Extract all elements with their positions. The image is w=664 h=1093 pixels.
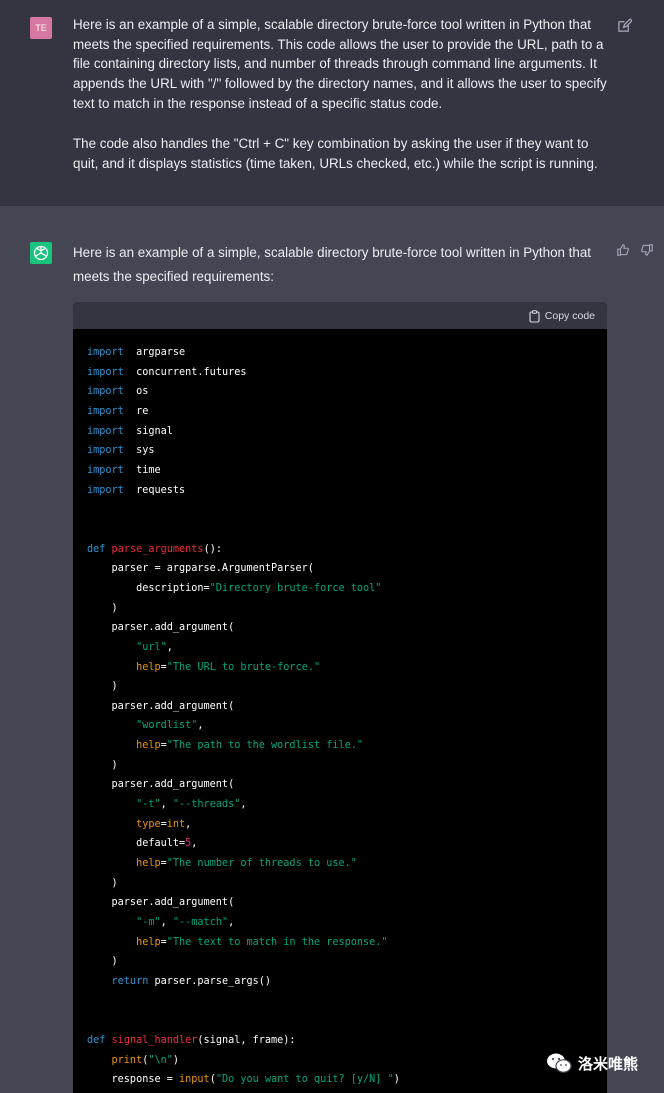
watermark-text: 洛米唯熊 bbox=[578, 1055, 639, 1073]
clipboard-icon bbox=[529, 309, 540, 323]
code-line: "-m", "--match", bbox=[87, 917, 235, 929]
wechat-icon bbox=[547, 1053, 572, 1073]
assistant-intro-text: Here is an example of a simple, scalable… bbox=[73, 245, 592, 284]
code-line: help="The text to match in the response.… bbox=[136, 936, 388, 948]
code-line: import concurrent.futures bbox=[87, 366, 247, 378]
code-line: response = input("Do you want to quit? [… bbox=[87, 1074, 400, 1086]
code-line: return parser.parse_args() bbox=[87, 976, 272, 987]
code-line: "wordlist", bbox=[87, 720, 204, 732]
code-line: import time bbox=[87, 464, 161, 476]
code-line: print("\n") bbox=[87, 1054, 180, 1066]
thumbs-down-icon[interactable] bbox=[640, 243, 654, 257]
copy-code-label: Copy code bbox=[544, 310, 595, 322]
code-line: default=5, bbox=[87, 838, 198, 850]
code-line: import os bbox=[87, 386, 149, 398]
code-line: type=int, bbox=[136, 818, 192, 830]
openai-logo-icon bbox=[33, 245, 49, 261]
chatgpt-avatar bbox=[30, 242, 52, 264]
code-line: ) bbox=[87, 759, 118, 771]
code-line: "url", bbox=[87, 641, 173, 653]
code-line: def parse_arguments(): bbox=[87, 543, 222, 555]
code-line: ) bbox=[87, 681, 118, 693]
copy-code-button[interactable]: Copy code bbox=[529, 308, 595, 324]
code-line: help="The URL to brute-force." bbox=[136, 661, 321, 673]
user-avatar: TE bbox=[30, 17, 52, 39]
code-line: def signal_handler(signal, frame): bbox=[87, 1034, 296, 1046]
user-message-paragraph-1: Here is an example of a simple, scalable… bbox=[73, 17, 607, 111]
code-line: import sys bbox=[87, 445, 155, 457]
code-line: parser.add_argument( bbox=[87, 897, 235, 909]
code-line: import signal bbox=[87, 425, 173, 437]
code-line: ) bbox=[87, 877, 118, 889]
code-line: import re bbox=[87, 405, 149, 417]
code-line: ) bbox=[87, 956, 118, 968]
code-line: help="The number of threads to use." bbox=[136, 858, 357, 870]
code-line: import argparse bbox=[87, 347, 186, 358]
code-line: help="The path to the wordlist file." bbox=[136, 740, 364, 752]
code-line: ) bbox=[87, 602, 118, 614]
watermark: 洛米唯熊 bbox=[546, 1052, 638, 1074]
code-line: parser.add_argument( bbox=[87, 779, 235, 791]
code-line: import requests bbox=[87, 484, 186, 496]
code-content: import argparse import concurrent.futures… bbox=[73, 329, 607, 1090]
code-line: "-t", "--threads", bbox=[87, 799, 247, 811]
code-line: parser.add_argument( bbox=[87, 700, 235, 712]
code-block: Copy code import argparse import concurre… bbox=[73, 302, 607, 1093]
thumbs-up-icon[interactable] bbox=[616, 243, 630, 257]
code-line: description="Directory brute-force tool" bbox=[87, 582, 382, 594]
user-message-paragraph-2: The code also handles the "Ctrl + C" key… bbox=[73, 136, 598, 171]
code-line: parser.add_argument( bbox=[87, 622, 235, 634]
code-block-header: Copy code bbox=[73, 302, 607, 329]
code-line: parser = argparse.ArgumentParser( bbox=[87, 563, 314, 575]
edit-icon[interactable] bbox=[617, 18, 632, 33]
